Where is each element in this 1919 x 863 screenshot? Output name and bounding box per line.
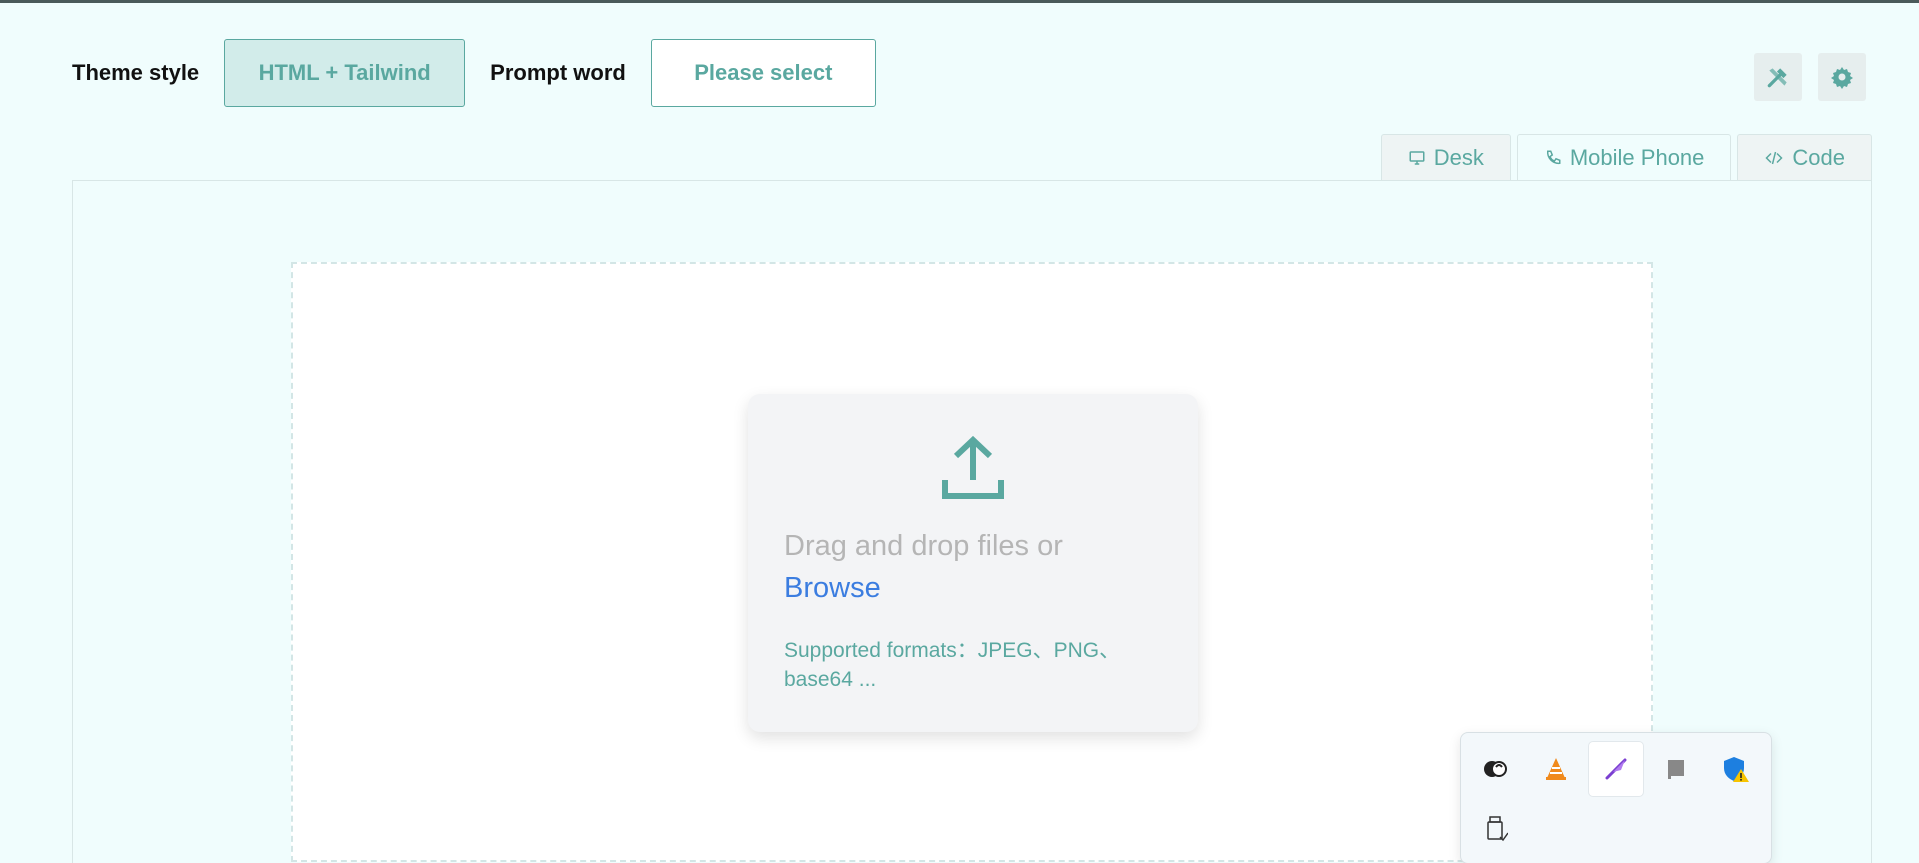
usb-drive-icon (1487, 816, 1508, 842)
tab-desk[interactable]: Desk (1380, 134, 1511, 181)
system-tray-popup (1460, 732, 1772, 863)
tray-app-2[interactable] (1528, 741, 1584, 797)
vlc-cone-icon (1546, 758, 1566, 780)
shield-warning-icon (1724, 757, 1749, 782)
tray-app-6[interactable] (1468, 801, 1524, 857)
code-icon (1765, 151, 1783, 165)
prompt-word-label: Prompt word (490, 60, 626, 85)
phone-icon (1546, 150, 1561, 165)
tab-code[interactable]: Code (1737, 134, 1872, 181)
feather-pen-icon (1605, 758, 1627, 780)
upload-icon (942, 436, 1004, 499)
monitor-icon (1409, 151, 1425, 165)
design-tools-button[interactable] (1754, 53, 1802, 101)
tray-app-5[interactable] (1708, 741, 1764, 797)
tray-app-1[interactable] (1468, 741, 1524, 797)
tab-desk-label: Desk (1433, 145, 1484, 170)
prompt-word-select[interactable]: Please select (650, 39, 876, 107)
upload-card[interactable]: Drag and drop files or Browse Supported … (748, 394, 1198, 732)
tray-app-4[interactable] (1648, 741, 1704, 797)
drag-drop-text: Drag and drop files or (784, 530, 1063, 562)
settings-button[interactable] (1818, 53, 1866, 101)
design-tools-icon (1767, 68, 1787, 88)
tray-app-3[interactable] (1588, 741, 1644, 797)
gray-square-icon (1668, 760, 1684, 779)
view-tabs: Desk Mobile Phone Code (1380, 134, 1872, 181)
cloud-mask-icon (1484, 761, 1507, 777)
tab-code-label: Code (1792, 145, 1845, 170)
supported-formats-text: Supported formats：JPEG、PNG、base64 ... (784, 639, 1121, 691)
tab-mobile-phone[interactable]: Mobile Phone (1516, 134, 1732, 181)
gear-icon (1831, 67, 1853, 89)
theme-style-select[interactable]: HTML + Tailwind (224, 39, 466, 107)
tab-mobile-phone-label: Mobile Phone (1569, 145, 1705, 170)
browse-link[interactable]: Browse (784, 572, 881, 605)
toolbar: Theme style HTML + Tailwind Prompt word … (72, 39, 876, 107)
theme-style-label: Theme style (72, 60, 200, 85)
